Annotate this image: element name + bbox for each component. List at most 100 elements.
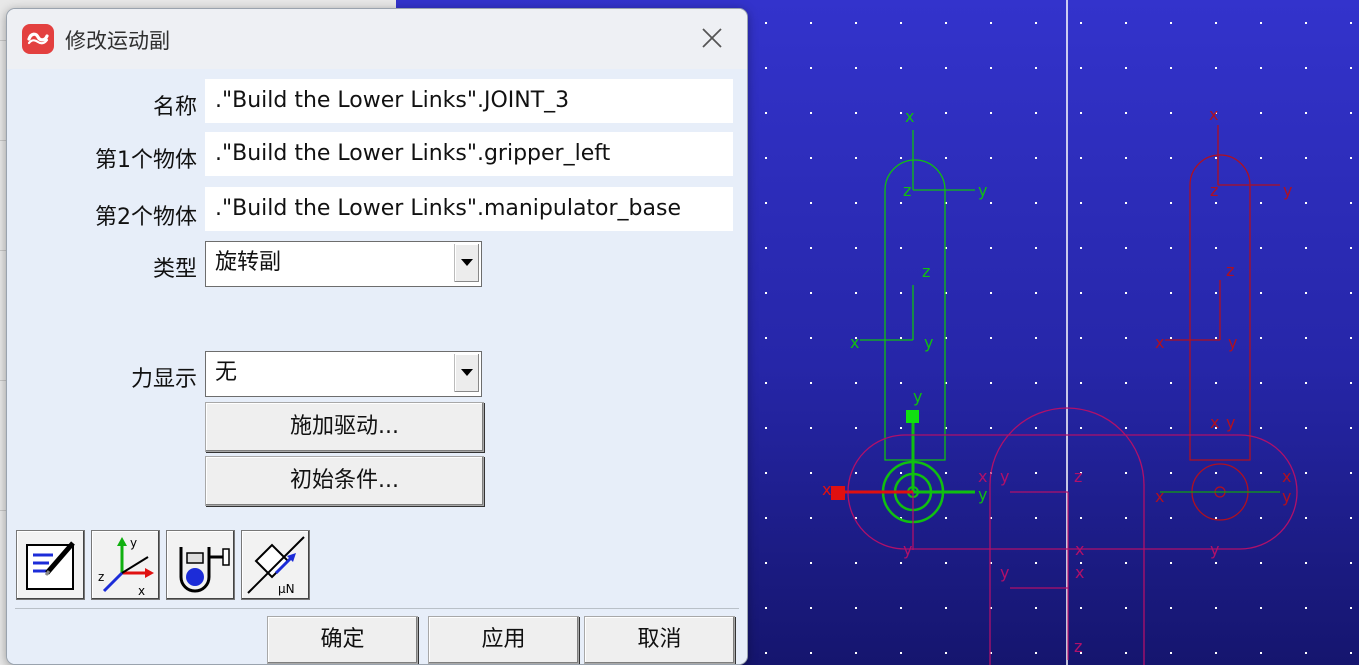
grid-dot xyxy=(1305,562,1307,564)
grid-dot xyxy=(1125,382,1127,384)
grid-dot xyxy=(990,112,992,114)
axis-label-x: x xyxy=(1155,487,1164,506)
grid-dot xyxy=(1260,382,1262,384)
grid-dot xyxy=(765,157,767,159)
grid-dot xyxy=(900,67,902,69)
body1-field[interactable]: ."Build the Lower Links".gripper_left xyxy=(205,132,733,176)
body1-label: 第1个物体 xyxy=(95,148,197,173)
chevron-down-icon[interactable] xyxy=(454,244,479,282)
initial-conditions-button[interactable]: 初始条件... xyxy=(205,456,484,506)
grid-dot xyxy=(1260,112,1262,114)
axis-label-y: y xyxy=(1228,333,1237,352)
axis-label-z: z xyxy=(1074,467,1082,486)
axis-label-y: y xyxy=(978,485,987,504)
grid-dot xyxy=(855,112,857,114)
grid-dot xyxy=(855,247,857,249)
grid-dot xyxy=(1305,247,1307,249)
grid-dot xyxy=(990,157,992,159)
apply-button[interactable]: 应用 xyxy=(428,616,579,664)
grid-dot xyxy=(855,607,857,609)
grid-dot xyxy=(1305,517,1307,519)
axis-labels: x z y z x y y y x x z y z x y x y x y x … xyxy=(822,105,1292,656)
axis-label-x: x xyxy=(1209,105,1218,124)
grid-dot xyxy=(990,67,992,69)
grid-dot xyxy=(945,67,947,69)
coordinate-axes-icon: y x z xyxy=(98,536,154,598)
joint-clamp-button[interactable] xyxy=(166,530,235,600)
close-button[interactable] xyxy=(693,21,731,55)
coordinate-axes-button[interactable]: y x z xyxy=(91,530,160,600)
ok-button[interactable]: 确定 xyxy=(267,616,418,664)
grid-dot xyxy=(810,247,812,249)
grid-dot xyxy=(1035,652,1037,654)
green-marker-handle[interactable] xyxy=(906,410,919,423)
grid-dot xyxy=(765,292,767,294)
grid-dot xyxy=(1350,202,1352,204)
svg-text:y: y xyxy=(130,536,137,550)
grid-dot xyxy=(1215,157,1217,159)
chevron-down-icon[interactable] xyxy=(454,354,479,392)
friction-button[interactable]: μN xyxy=(241,530,310,600)
grid-dot xyxy=(810,337,812,339)
grid-dot xyxy=(1215,382,1217,384)
gripper-left-part[interactable] xyxy=(860,130,975,524)
edit-notes-icon xyxy=(26,541,75,590)
axis-label-x: x xyxy=(850,333,859,352)
grid-dot xyxy=(765,517,767,519)
grid-dot xyxy=(1125,472,1127,474)
grid-dot xyxy=(1035,607,1037,609)
grid-dot xyxy=(900,652,902,654)
grid-dot xyxy=(1080,202,1082,204)
gripper-right-part[interactable] xyxy=(1160,125,1280,521)
edit-notes-button[interactable] xyxy=(16,530,85,600)
grid-dot xyxy=(900,292,902,294)
grid-dot xyxy=(1260,67,1262,69)
cancel-button[interactable]: 取消 xyxy=(584,616,735,664)
grid-dot xyxy=(855,472,857,474)
grid-dot xyxy=(1080,292,1082,294)
force-display-select[interactable]: 无 xyxy=(205,351,482,397)
grid-dot xyxy=(1260,202,1262,204)
grid-dot xyxy=(1035,22,1037,24)
grid-dot xyxy=(765,427,767,429)
grid-dot xyxy=(1170,112,1172,114)
grid-dot xyxy=(810,607,812,609)
name-field[interactable]: ."Build the Lower Links".JOINT_3 xyxy=(205,79,733,123)
grid-dot xyxy=(855,22,857,24)
grid-dot xyxy=(990,22,992,24)
grid-dot xyxy=(1305,112,1307,114)
manipulator-base-part[interactable] xyxy=(847,407,1298,665)
impose-motion-button[interactable]: 施加驱动... xyxy=(205,402,484,452)
axis-label-y: y xyxy=(1282,487,1291,506)
grid-dot xyxy=(810,472,812,474)
grid-dot xyxy=(1350,157,1352,159)
grid-dot xyxy=(1035,67,1037,69)
body2-field[interactable]: ."Build the Lower Links".manipulator_bas… xyxy=(205,187,733,231)
grid-dot xyxy=(810,202,812,204)
grid-dot xyxy=(1260,337,1262,339)
grid-dot xyxy=(1350,292,1352,294)
grid-dot xyxy=(1170,652,1172,654)
grid-dot xyxy=(1035,472,1037,474)
grid-dot xyxy=(1305,67,1307,69)
grid-dot xyxy=(1350,472,1352,474)
grid-dot xyxy=(1305,202,1307,204)
dialog-titlebar[interactable]: 修改运动副 xyxy=(7,9,747,69)
grid-dot xyxy=(1260,427,1262,429)
grid-dot xyxy=(1125,517,1127,519)
grid-dot xyxy=(1170,472,1172,474)
grid-dot xyxy=(1305,157,1307,159)
grid-dot xyxy=(1080,112,1082,114)
axis-label-y: y xyxy=(913,387,922,406)
axis-label-x: x xyxy=(978,467,987,486)
grid-dot xyxy=(1080,517,1082,519)
red-x-handle[interactable] xyxy=(831,486,845,500)
axis-label-z: z xyxy=(922,262,930,281)
joint-type-select[interactable]: 旋转副 xyxy=(205,241,482,287)
grid-dot xyxy=(765,67,767,69)
grid-dot xyxy=(945,112,947,114)
grid-dot xyxy=(1215,292,1217,294)
grid-dot xyxy=(810,292,812,294)
axis-label-x: x xyxy=(1075,563,1084,582)
axis-label-y: y xyxy=(1000,467,1009,486)
